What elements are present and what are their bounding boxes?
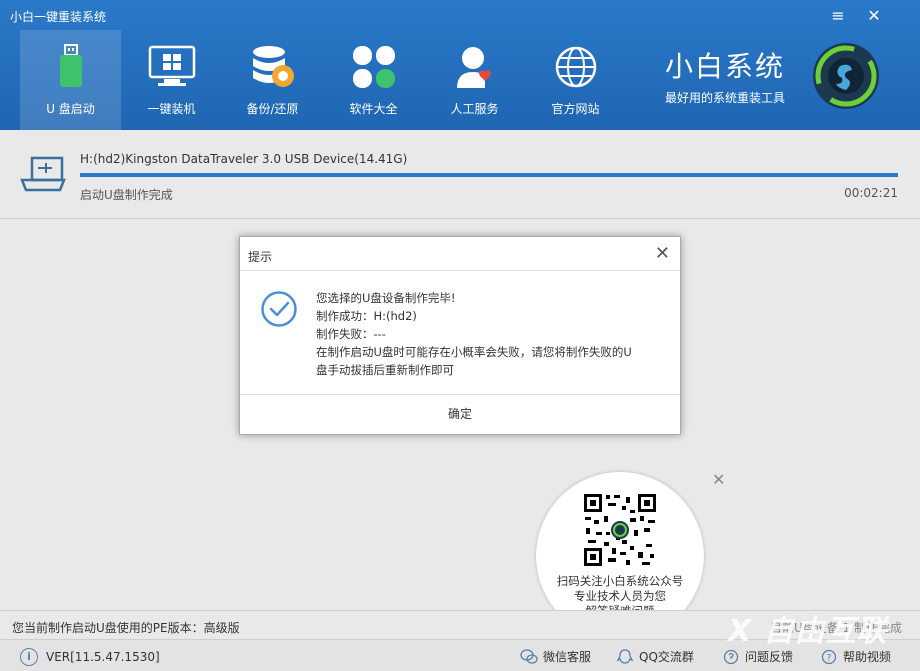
device-row: H:(hd2)Kingston DataTraveler 3.0 USB Dev… — [0, 130, 920, 219]
prompt-dialog: 提示 ✕ 您选择的U盘设备制作完毕! 制作成功：H:(hd2) 制作失败：---… — [239, 236, 681, 435]
close-button[interactable]: ✕ — [864, 6, 884, 26]
dialog-line: 在制作启动U盘时可能存在小概率会失败，请您将制作失败的U — [316, 345, 632, 359]
nav-label: U 盘启动 — [46, 102, 95, 116]
dialog-line: 制作失败：--- — [316, 327, 386, 341]
dialog-line: 盘手动拔插后重新制作即可 — [316, 363, 454, 377]
usb-device-icon — [18, 154, 68, 198]
xiaobai-logo — [810, 40, 882, 112]
nav-support[interactable]: 人工服务 — [424, 30, 525, 130]
dialog-title: 提示 — [248, 250, 273, 264]
qr-code — [582, 492, 658, 568]
dialog-message: 您选择的U盘设备制作完毕! 制作成功：H:(hd2) 制作失败：--- 在制作启… — [316, 289, 666, 379]
brand-slogan: 最好用的系统重装工具 — [665, 91, 786, 105]
info-icon: i — [20, 648, 38, 666]
brand: 小白系统 最好用的系统重装工具 — [665, 45, 785, 106]
usb-drive-icon — [46, 42, 96, 92]
version-info: i VER[11.5.47.1530] — [20, 648, 160, 666]
version-text: VER[11.5.47.1530] — [46, 650, 160, 664]
nav-backup-restore[interactable]: 备份/还原 — [222, 30, 323, 130]
pe-version-text: 您当前制作启动U盘使用的PE版本：高级版 — [12, 621, 240, 635]
qr-caption-line: 专业技术人员为您 — [574, 589, 666, 603]
dialog-close-button[interactable]: ✕ — [655, 243, 670, 264]
ok-button[interactable]: 确定 — [240, 395, 680, 433]
nav-official-site[interactable]: 官方网站 — [525, 30, 626, 130]
qq-group-link[interactable]: QQ交流群 — [616, 648, 694, 665]
nav-label: 软件大全 — [349, 102, 398, 116]
elapsed-time: 00:02:21 — [844, 186, 898, 200]
app-title: 小白一键重装系统 — [10, 10, 107, 24]
link-label: QQ交流群 — [639, 650, 694, 664]
monitor-windows-icon — [147, 42, 197, 92]
nav-usb-boot[interactable]: U 盘启动 — [20, 30, 121, 130]
wechat-icon — [520, 648, 538, 665]
nav-software[interactable]: 软件大全 — [323, 30, 424, 130]
app-grid-icon — [349, 42, 399, 92]
qq-icon — [616, 648, 634, 665]
device-status: 启动U盘制作完成 — [80, 188, 173, 202]
nav-one-click-install[interactable]: 一键装机 — [121, 30, 222, 130]
nav-label: 人工服务 — [450, 102, 499, 116]
progress-bar — [80, 173, 898, 177]
brand-name: 小白系统 — [665, 50, 786, 83]
qr-close-button[interactable]: ✕ — [712, 470, 725, 489]
qr-caption-line: 扫码关注小白系统公众号 — [556, 574, 684, 588]
device-name: H:(hd2)Kingston DataTraveler 3.0 USB Dev… — [80, 152, 408, 166]
globe-icon — [551, 42, 601, 92]
support-person-icon — [450, 42, 500, 92]
watermark: X 自由互联 — [728, 614, 888, 649]
check-circle-icon — [260, 290, 298, 328]
database-backup-icon — [248, 42, 298, 92]
wechat-support-link[interactable]: 微信客服 — [520, 648, 591, 665]
dialog-line: 制作成功：H:(hd2) — [316, 309, 417, 323]
main-nav: U 盘启动 一键装机 备份/还原 软件大全 人工服务 官方网站 — [20, 30, 626, 130]
dialog-line: 您选择的U盘设备制作完毕! — [316, 291, 456, 305]
menu-button[interactable]: ≡ — [828, 6, 848, 26]
progress-fill — [80, 173, 898, 177]
nav-label: 官方网站 — [551, 102, 600, 116]
nav-label: 备份/还原 — [246, 102, 299, 116]
link-label: 微信客服 — [543, 650, 592, 664]
divider — [240, 270, 680, 271]
nav-label: 一键装机 — [147, 102, 196, 116]
header: 小白一键重装系统 ≡ ✕ U 盘启动 一键装机 备份/还原 软件大全 人工服务 … — [0, 0, 920, 130]
